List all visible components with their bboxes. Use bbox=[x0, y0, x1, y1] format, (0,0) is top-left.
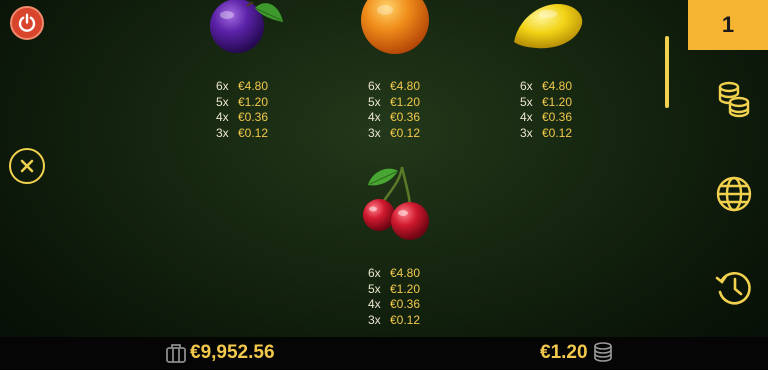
multiplier: 3x bbox=[368, 125, 381, 140]
payout-row: 6x €4.80 bbox=[520, 79, 590, 95]
payout-row: 5x €1.20 bbox=[216, 95, 286, 111]
coins-icon bbox=[593, 342, 612, 362]
multiplier: 5x bbox=[368, 94, 381, 109]
payout-amount: €4.80 bbox=[390, 79, 421, 93]
payout-amount: €4.80 bbox=[238, 79, 269, 93]
multiplier: 3x bbox=[520, 125, 533, 140]
payout-row: 3x €0.12 bbox=[520, 126, 590, 142]
multiplier: 4x bbox=[368, 297, 381, 311]
briefcase-icon bbox=[166, 344, 186, 363]
lemon-payout-table: 6x €4.80 5x €1.20 4x €0.36 3x €0.12 bbox=[520, 79, 590, 141]
payout-row: 4x €0.36 bbox=[368, 297, 438, 313]
close-icon bbox=[20, 159, 34, 173]
bet-amount: €1.20 bbox=[540, 342, 588, 363]
payout-row: 3x €0.12 bbox=[368, 126, 438, 142]
bottom-bar bbox=[0, 337, 768, 370]
payout-row: 3x €0.12 bbox=[368, 313, 438, 329]
payout-row: 6x €4.80 bbox=[368, 266, 438, 282]
lemon-icon bbox=[508, 0, 588, 52]
payout-row: 5x €1.20 bbox=[368, 95, 438, 111]
plum-payout-table: 6x €4.80 5x €1.20 4x €0.36 3x €0.12 bbox=[216, 79, 286, 141]
multiplier: 3x bbox=[216, 125, 229, 140]
payout-row: 5x €1.20 bbox=[520, 95, 590, 111]
payout-amount: €1.20 bbox=[390, 281, 421, 296]
close-button[interactable] bbox=[9, 148, 45, 184]
multiplier: 4x bbox=[368, 110, 381, 124]
multiplier: 6x bbox=[368, 79, 381, 93]
orange-payout-table: 6x €4.80 5x €1.20 4x €0.36 3x €0.12 bbox=[368, 79, 438, 141]
payout-amount: €1.20 bbox=[542, 94, 573, 109]
cherries-icon bbox=[358, 163, 438, 243]
history-icon[interactable] bbox=[713, 267, 755, 309]
page-number: 1 bbox=[721, 12, 735, 37]
coins-stack-icon[interactable] bbox=[713, 78, 755, 120]
payout-row: 4x €0.36 bbox=[520, 110, 590, 126]
multiplier: 5x bbox=[520, 94, 533, 109]
payout-amount: €0.12 bbox=[542, 125, 573, 140]
payout-amount: €4.80 bbox=[542, 79, 573, 93]
plum-icon bbox=[203, 0, 287, 58]
globe-icon[interactable] bbox=[713, 173, 755, 215]
multiplier: 4x bbox=[216, 110, 229, 124]
payout-amount: €0.36 bbox=[390, 297, 421, 311]
multiplier: 6x bbox=[520, 79, 533, 93]
multiplier: 6x bbox=[216, 79, 229, 93]
scrollbar[interactable] bbox=[665, 36, 669, 108]
power-icon bbox=[18, 13, 36, 32]
payout-amount: €0.36 bbox=[238, 110, 269, 124]
payout-amount: €0.36 bbox=[542, 110, 573, 124]
multiplier: 3x bbox=[368, 312, 381, 327]
payout-row: 3x €0.12 bbox=[216, 126, 286, 142]
payout-amount: €1.20 bbox=[238, 94, 269, 109]
payout-row: 5x €1.20 bbox=[368, 282, 438, 298]
payout-row: 6x €4.80 bbox=[216, 79, 286, 95]
payout-amount: €0.12 bbox=[390, 125, 421, 140]
payout-row: 6x €4.80 bbox=[368, 79, 438, 95]
payout-amount: €4.80 bbox=[390, 266, 421, 280]
payout-row: 4x €0.36 bbox=[216, 110, 286, 126]
payout-amount: €0.12 bbox=[238, 125, 269, 140]
multiplier: 5x bbox=[216, 94, 229, 109]
multiplier: 4x bbox=[520, 110, 533, 124]
multiplier: 6x bbox=[368, 266, 381, 280]
payout-row: 4x €0.36 bbox=[368, 110, 438, 126]
page-tab[interactable]: 1 bbox=[688, 0, 768, 50]
multiplier: 5x bbox=[368, 281, 381, 296]
orange-icon bbox=[357, 0, 433, 56]
balance-amount: €9,952.56 bbox=[190, 342, 275, 363]
payout-amount: €1.20 bbox=[390, 94, 421, 109]
cherries-payout-table: 6x €4.80 5x €1.20 4x €0.36 3x €0.12 bbox=[368, 266, 438, 328]
bet-display[interactable]: €1.20 bbox=[540, 342, 615, 364]
payout-amount: €0.12 bbox=[390, 312, 421, 327]
power-button[interactable] bbox=[10, 6, 44, 40]
balance-display: €9,952.56 bbox=[165, 342, 275, 364]
payout-amount: €0.36 bbox=[390, 110, 421, 124]
